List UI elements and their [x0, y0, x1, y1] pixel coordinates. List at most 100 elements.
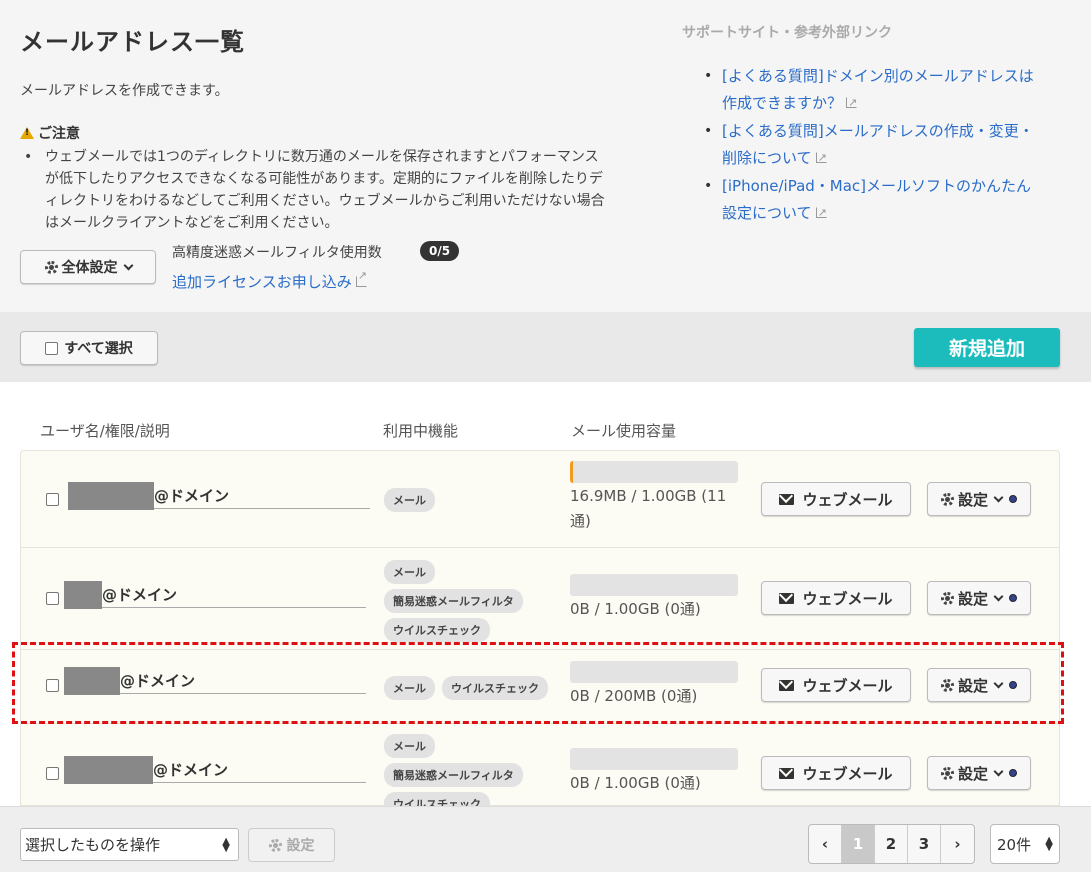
- mail-icon: [779, 493, 795, 505]
- column-header-user: ユーザ名/権限/説明: [40, 422, 170, 440]
- external-link-icon: [815, 145, 827, 171]
- support-link-text[interactable]: 削除について: [722, 149, 812, 167]
- support-link-item[interactable]: [よくある質問]ドメイン別のメールアドレスは作成できますか？: [704, 63, 1064, 117]
- notice-line: ウェブメールでは1つのディレクトリに数万通のメールを保存されますとパフォーマンス: [45, 149, 599, 165]
- webmail-label: ウェブメール: [802, 589, 893, 608]
- feature-tags: メール 簡易迷惑メールフィルタ ウイルスチェック: [384, 560, 523, 642]
- license-link[interactable]: 追加ライセンスお申し込み: [172, 269, 367, 292]
- gear-icon: [940, 591, 954, 605]
- usage-bar-fill: [570, 461, 573, 483]
- address-field: @ドメイン: [64, 755, 366, 784]
- row-settings-button[interactable]: 設定: [927, 756, 1031, 790]
- per-page-select[interactable]: 20件 ▲ ▼: [990, 824, 1060, 864]
- chevron-down-icon: [993, 591, 1004, 601]
- page-intro: メールアドレスを作成できます。: [20, 83, 229, 99]
- per-page-value: 20件: [997, 835, 1032, 854]
- feature-tag: ウイルスチェック: [384, 618, 490, 642]
- gear-icon: [940, 766, 954, 780]
- support-link-text[interactable]: [よくある質問]メールアドレスの作成・変更・: [722, 122, 1034, 140]
- usage-cell: 0B / 1.00GB (0通): [570, 574, 740, 622]
- settings-label: 設定: [957, 589, 988, 608]
- warning-icon: [20, 127, 34, 139]
- notice-line: はメールクライアントなどをご利用ください。: [45, 215, 339, 231]
- table-row: @ドメイン メール 16.9MB / 1.00GB (11 通) ウェブメール 設…: [20, 450, 1060, 548]
- address-field: @ドメイン: [68, 481, 370, 510]
- add-new-button[interactable]: 新規追加: [914, 328, 1060, 367]
- support-link-item[interactable]: [よくある質問]メールアドレスの作成・変更・削除について: [704, 118, 1064, 172]
- external-link-icon: [846, 90, 857, 116]
- usage-text: 0B / 1.00GB (0通): [570, 600, 701, 618]
- column-header-features: 利用中機能: [383, 422, 459, 440]
- usage-bar: [570, 461, 738, 483]
- feature-tag: 簡易迷惑メールフィルタ: [384, 763, 523, 787]
- external-link-icon: [355, 269, 367, 287]
- prev-page-button[interactable]: ‹: [809, 825, 842, 863]
- address-domain: @ドメイン: [102, 586, 178, 604]
- redacted-username: [64, 580, 102, 609]
- highlight-box: [12, 642, 1064, 724]
- external-link-icon: [815, 200, 827, 226]
- next-page-button[interactable]: ›: [941, 825, 974, 863]
- row-checkbox[interactable]: [46, 767, 59, 780]
- page-title: メールアドレス一覧: [20, 28, 245, 56]
- row-checkbox[interactable]: [46, 493, 59, 506]
- feature-tags: メール: [384, 488, 435, 512]
- usage-text: 16.9MB / 1.00GB (11 通): [570, 487, 727, 530]
- address-domain: @ドメイン: [154, 487, 230, 505]
- spam-filter-usage-badge: 0/5: [420, 241, 460, 261]
- address-domain: @ドメイン: [153, 761, 229, 779]
- support-link-text[interactable]: 作成できますか？: [722, 94, 842, 112]
- license-link-text[interactable]: 追加ライセンスお申し込み: [172, 273, 352, 291]
- bulk-action-select[interactable]: 選択したものを操作 ▲ ▼: [20, 828, 239, 861]
- webmail-label: ウェブメール: [802, 490, 893, 509]
- support-link-text[interactable]: [iPhone/iPad・Mac]メールソフトのかんたん: [722, 177, 1031, 195]
- global-settings-label: 全体設定: [61, 260, 118, 276]
- gear-icon: [268, 838, 282, 852]
- settings-label: 設定: [957, 764, 988, 783]
- webmail-label: ウェブメール: [802, 764, 893, 783]
- support-link-text[interactable]: [よくある質問]ドメイン別のメールアドレスは: [722, 67, 1034, 85]
- chevron-down-icon: [993, 766, 1004, 776]
- usage-bar: [570, 574, 738, 596]
- bulk-settings-label: 設定: [286, 838, 315, 854]
- select-all-button[interactable]: すべて選択: [20, 331, 158, 365]
- select-all-label: すべて選択: [64, 341, 133, 357]
- chevron-down-icon: [993, 492, 1004, 502]
- mail-icon: [779, 592, 795, 604]
- notice-title: ご注意: [38, 126, 80, 142]
- feature-tags: メール 簡易迷惑メールフィルタ ウイルスチェック: [384, 734, 523, 816]
- notice-line: ィレクトリをわけるなどしてご利用ください。ウェブメールからご利用いただけない場合: [45, 193, 605, 209]
- support-link-text[interactable]: 設定について: [722, 204, 812, 222]
- webmail-button[interactable]: ウェブメール: [761, 482, 911, 516]
- settings-label: 設定: [957, 490, 988, 509]
- chevron-down-icon: [123, 260, 133, 270]
- support-link-item[interactable]: [iPhone/iPad・Mac]メールソフトのかんたん設定について: [704, 173, 1064, 227]
- bulk-action-value: 選択したものを操作: [25, 836, 161, 854]
- status-dot-icon: [1009, 594, 1017, 602]
- feature-tag: メール: [384, 488, 435, 512]
- redacted-username: [64, 755, 153, 784]
- usage-text: 0B / 1.00GB (0通): [570, 774, 701, 792]
- usage-cell: 16.9MB / 1.00GB (11 通): [570, 461, 740, 534]
- page-button-2[interactable]: 2: [875, 825, 908, 863]
- feature-tag: メール: [384, 734, 435, 758]
- webmail-button[interactable]: ウェブメール: [761, 581, 911, 615]
- row-settings-button[interactable]: 設定: [927, 581, 1031, 615]
- global-settings-button[interactable]: 全体設定: [20, 250, 156, 284]
- table-row: @ドメイン メール 簡易迷惑メールフィルタ ウイルスチェック 0B / 1.00…: [20, 724, 1060, 816]
- support-links-title: サポートサイト・参考外部リンク: [682, 25, 892, 41]
- row-settings-button[interactable]: 設定: [927, 482, 1031, 516]
- status-dot-icon: [1009, 495, 1017, 503]
- select-arrows-icon: ▲ ▼: [1045, 835, 1053, 853]
- support-links-list: [よくある質問]ドメイン別のメールアドレスは作成できますか？ [よくある質問]メ…: [704, 63, 1064, 228]
- status-dot-icon: [1009, 769, 1017, 777]
- pagination: ‹ 1 2 3 ›: [808, 824, 975, 864]
- webmail-button[interactable]: ウェブメール: [761, 756, 911, 790]
- feature-tag: メール: [384, 560, 435, 584]
- page-button-1[interactable]: 1: [842, 825, 875, 863]
- page-button-3[interactable]: 3: [908, 825, 941, 863]
- checkbox-icon: [45, 341, 59, 355]
- notice-heading: ご注意: [20, 123, 80, 143]
- bulk-settings-button[interactable]: 設定: [248, 828, 335, 862]
- row-checkbox[interactable]: [46, 592, 59, 605]
